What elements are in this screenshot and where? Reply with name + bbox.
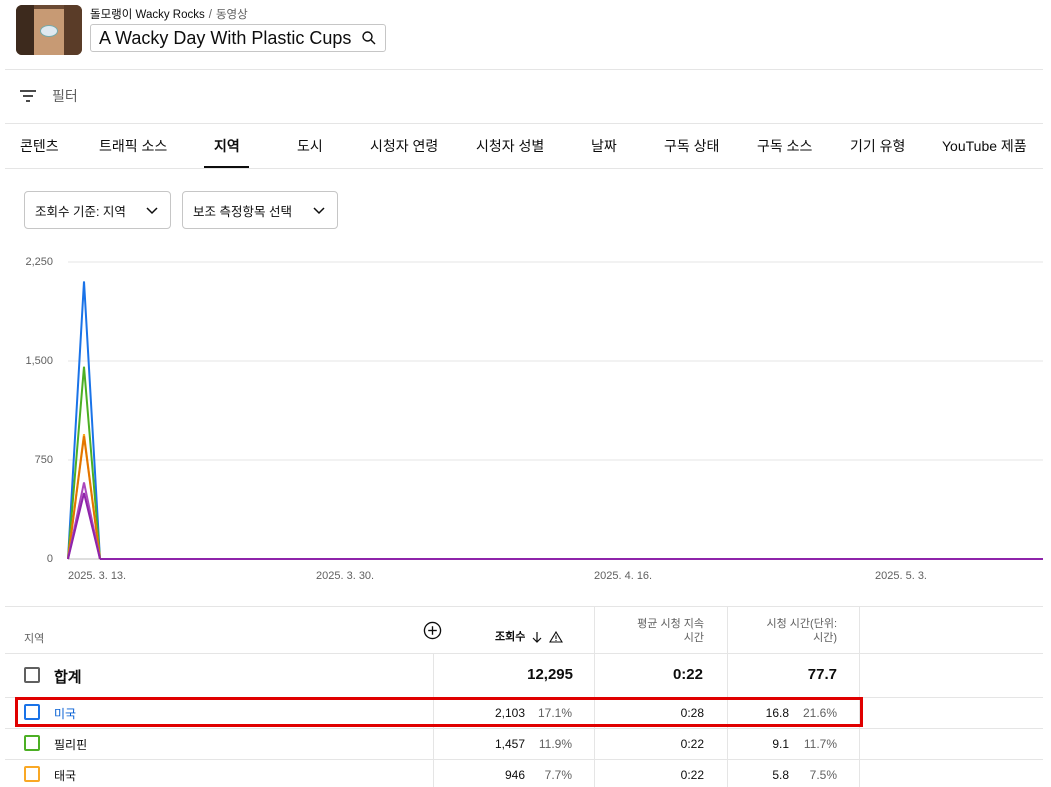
divider — [5, 168, 1043, 169]
x-tick-label: 2025. 3. 13. — [68, 570, 127, 582]
page-header: 돌모랭이 Wacky Rocks / 동영상 A Wacky Day With Pl… — [0, 0, 1051, 70]
row-checkbox[interactable] — [24, 766, 40, 782]
breadcrumb-separator: / — [208, 9, 212, 21]
filter-label: 필터 — [52, 88, 78, 104]
chevron-down-icon — [313, 207, 325, 215]
table-row-total: 합계 12,295 0:22 77.7 — [5, 654, 1043, 697]
x-tick-label: 2025. 4. 16. — [594, 570, 653, 582]
tab-traffic-source[interactable]: 트래픽 소스 — [99, 136, 167, 156]
y-tick-label: 2,250 — [25, 256, 53, 268]
tab-subscription-status[interactable]: 구독 상태 — [664, 136, 719, 156]
column-header-avg-duration-line1[interactable]: 평균 시청 지속 — [605, 617, 704, 631]
primary-metric-dropdown[interactable]: 조회수 기준: 지역 — [24, 191, 171, 229]
filter-bar[interactable]: 필터 — [18, 86, 78, 106]
table-row[interactable]: 필리핀 1,457 11.9% 0:22 9.1 11.7% — [5, 729, 1043, 759]
views-value: 946 — [504, 768, 525, 782]
video-title: A Wacky Day With Plastic Cups — [99, 27, 352, 48]
add-metric-icon[interactable] — [423, 621, 442, 640]
views-percent: 11.9% — [538, 737, 572, 751]
highlight-box — [15, 697, 863, 727]
arrow-down-icon — [532, 632, 542, 643]
watch-time-value: 5.8 — [772, 768, 789, 782]
tab-device-type[interactable]: 기기 유형 — [850, 136, 905, 156]
total-views: 12,295 — [527, 666, 573, 683]
views-value: 1,457 — [494, 737, 525, 751]
tab-content[interactable]: 콘텐츠 — [20, 136, 59, 156]
watch-time-value: 9.1 — [772, 737, 789, 751]
report-tabs: 콘텐츠 트래픽 소스 지역 도시 시청자 연령 시청자 성별 날짜 구독 상태 … — [0, 124, 1051, 168]
column-header-region: 지역 — [24, 633, 45, 645]
line-chart: 2,250 1,500 750 0 2025. 3. 13. 2025. 3. … — [0, 250, 1051, 590]
column-header-watch-time-line1[interactable]: 시청 시간(단위: — [737, 617, 838, 631]
views-header-label: 조회수 — [495, 631, 526, 643]
tab-subscription-source[interactable]: 구독 소스 — [757, 136, 812, 156]
watch-time-percent: 7.5% — [809, 768, 837, 782]
primary-metric-label: 조회수 기준: 지역 — [35, 204, 126, 219]
tab-viewer-age[interactable]: 시청자 연령 — [370, 136, 438, 156]
tab-geography[interactable]: 지역 — [214, 136, 240, 156]
x-tick-label: 2025. 3. 30. — [316, 570, 375, 582]
secondary-metric-label: 보조 측정항목 선택 — [193, 204, 292, 219]
warning-icon[interactable] — [549, 631, 564, 643]
total-avg-duration: 0:22 — [672, 666, 703, 683]
column-header-avg-duration-line2[interactable]: 시간 — [605, 631, 704, 645]
chevron-down-icon — [146, 207, 158, 215]
divider — [5, 69, 1043, 70]
x-tick-label: 2025. 5. 3. — [875, 570, 927, 582]
table-row[interactable]: 태국 946 7.7% 0:22 5.8 7.5% — [5, 760, 1043, 787]
column-header-watch-time-line2[interactable]: 시간) — [737, 631, 837, 645]
breadcrumb-section[interactable]: 동영상 — [216, 9, 248, 21]
tab-city[interactable]: 도시 — [297, 136, 323, 156]
filter-icon — [20, 90, 36, 102]
chart-plot — [67, 261, 1043, 560]
y-tick-label: 750 — [34, 454, 53, 466]
total-label: 합계 — [54, 669, 82, 686]
y-tick-label: 1,500 — [25, 355, 53, 367]
tab-viewer-gender[interactable]: 시청자 성별 — [476, 136, 544, 156]
total-checkbox[interactable] — [24, 667, 40, 683]
video-selector[interactable]: A Wacky Day With Plastic Cups — [90, 24, 387, 52]
total-watch-time: 77.7 — [807, 666, 837, 683]
table-header: 지역 조회수 평균 시청 지속 시간 시청 시간(단위: 시간) — [5, 606, 1043, 654]
region-name[interactable]: 태국 — [54, 767, 76, 784]
secondary-metric-dropdown[interactable]: 보조 측정항목 선택 — [182, 191, 338, 229]
watch-time-percent: 11.7% — [803, 737, 837, 751]
breadcrumb: 돌모랭이 Wacky Rocks / 동영상 — [90, 6, 248, 22]
tab-youtube-product[interactable]: YouTube 제품 — [942, 136, 1027, 156]
search-icon — [362, 31, 376, 45]
avg-duration-value: 0:22 — [680, 768, 704, 782]
region-name[interactable]: 필리핀 — [54, 736, 87, 753]
video-thumbnail[interactable] — [16, 5, 82, 55]
avg-duration-value: 0:22 — [680, 737, 704, 751]
y-tick-label: 0 — [46, 553, 53, 565]
row-checkbox[interactable] — [24, 735, 40, 751]
tab-date[interactable]: 날짜 — [591, 136, 617, 156]
breadcrumb-channel[interactable]: 돌모랭이 Wacky Rocks — [90, 9, 205, 21]
views-percent: 7.7% — [544, 768, 572, 782]
column-header-views[interactable]: 조회수 — [495, 630, 564, 644]
